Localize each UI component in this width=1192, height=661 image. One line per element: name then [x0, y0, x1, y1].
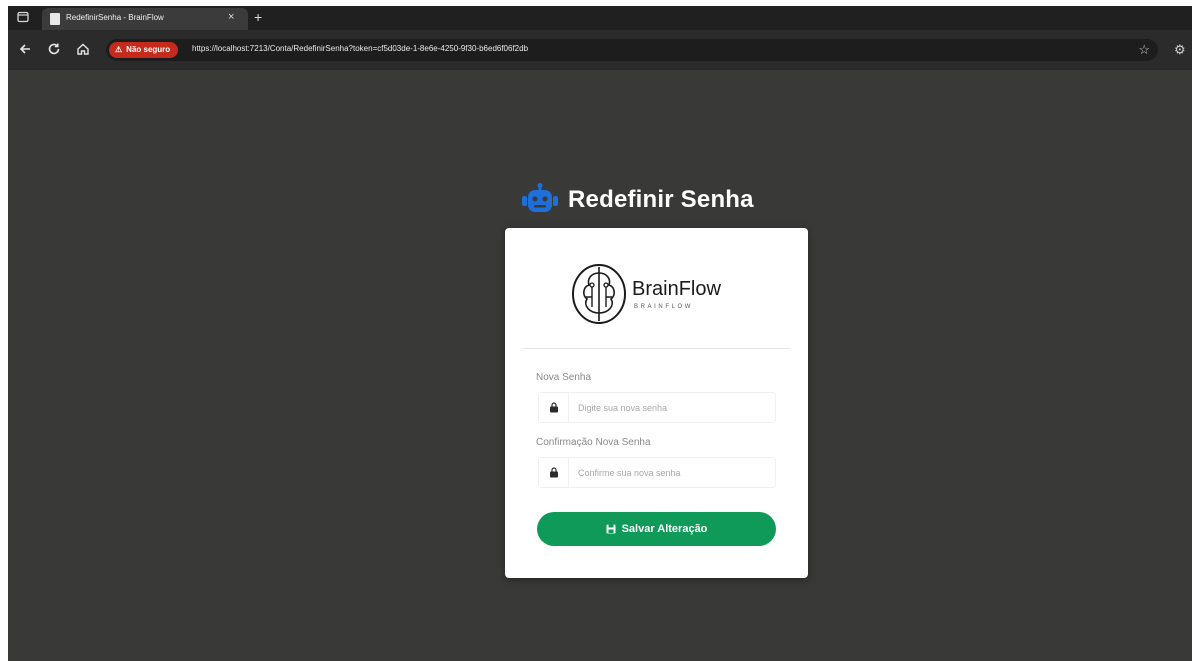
- not-secure-badge[interactable]: ⚠ Não seguro: [109, 42, 179, 58]
- navigation-bar: ⚠ Não seguro https://localhost:7213/Conta…: [8, 30, 1192, 70]
- page-title: Redefinir Senha: [568, 186, 754, 213]
- url-text[interactable]: https://localhost:7213/Conta/RedefinirSe…: [192, 44, 528, 53]
- page-heading: Redefinir Senha: [522, 182, 754, 218]
- home-icon[interactable]: [74, 42, 92, 58]
- page-favicon-icon: [50, 13, 60, 25]
- save-changes-button[interactable]: Salvar Alteração: [537, 512, 776, 546]
- lock-icon: [549, 402, 558, 413]
- window-icon[interactable]: [16, 11, 30, 25]
- tab-title: RedefinirSenha - BrainFlow: [66, 13, 164, 22]
- gear-icon[interactable]: ⚙: [1174, 42, 1186, 58]
- new-password-addon: [539, 393, 569, 422]
- browser-tab[interactable]: RedefinirSenha - BrainFlow ×: [42, 8, 248, 30]
- lock-icon: [549, 467, 558, 478]
- brand-subtitle: BRAINFLOW: [634, 304, 694, 310]
- divider: [523, 348, 790, 349]
- warning-icon: ⚠: [115, 45, 123, 54]
- tab-close-button[interactable]: ×: [228, 11, 234, 23]
- robot-icon: [522, 183, 558, 212]
- new-password-group: [538, 392, 776, 423]
- confirm-password-addon: [539, 458, 569, 487]
- reload-icon[interactable]: [45, 42, 63, 58]
- confirm-password-label: Confirmação Nova Senha: [536, 437, 651, 448]
- confirm-password-group: [538, 457, 776, 488]
- brand-name: BrainFlow: [632, 278, 721, 300]
- save-changes-label: Salvar Alteração: [621, 523, 708, 535]
- brainflow-logo: BrainFlow BRAINFLOW: [570, 263, 750, 327]
- not-secure-label: Não seguro: [126, 45, 171, 54]
- save-icon: [606, 524, 616, 534]
- new-tab-button[interactable]: +: [254, 9, 262, 25]
- confirm-password-input[interactable]: [569, 458, 775, 487]
- brain-icon: [572, 264, 626, 324]
- tab-strip: RedefinirSenha - BrainFlow × +: [8, 6, 1192, 30]
- reset-password-card: BrainFlow BRAINFLOW Nova Senha Confirmaç…: [505, 228, 808, 578]
- new-password-input[interactable]: [569, 393, 775, 422]
- address-bar[interactable]: ⚠ Não seguro https://localhost:7213/Conta…: [106, 39, 1158, 61]
- back-arrow-icon[interactable]: [16, 42, 34, 58]
- browser-window: RedefinirSenha - BrainFlow × + ⚠ Não segu…: [8, 6, 1192, 661]
- star-icon[interactable]: ☆: [1138, 42, 1150, 58]
- new-password-label: Nova Senha: [536, 372, 592, 383]
